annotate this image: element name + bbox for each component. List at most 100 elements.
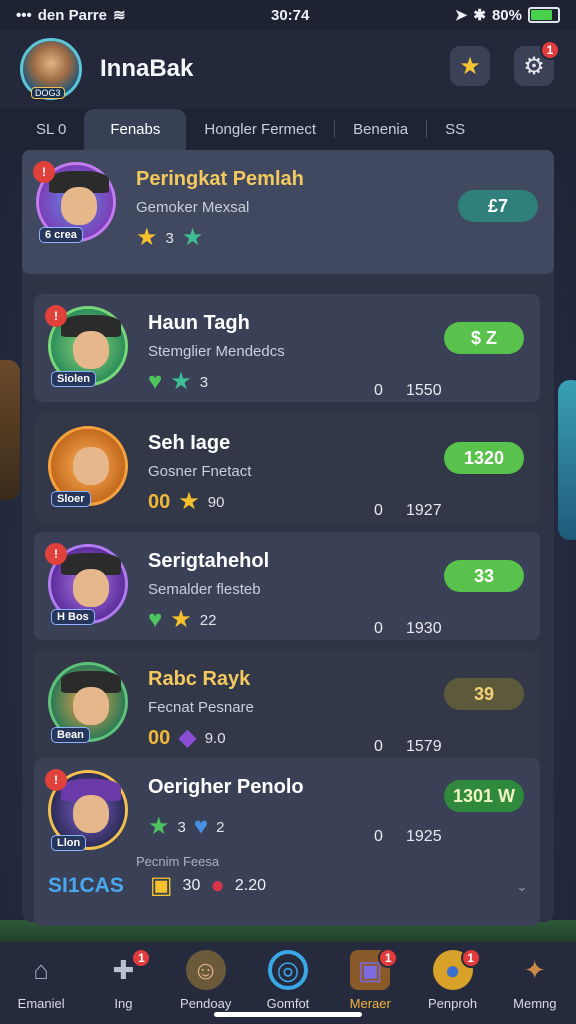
face [73, 687, 109, 725]
star-icon: ★ [136, 224, 158, 251]
character-icon: ☺ [185, 950, 226, 990]
nav-label: Emaniel [17, 996, 65, 1011]
status-bar: ••• den Parre ≋ 30:74 ➤ ✱ 80% [0, 0, 576, 30]
nav-label: Gomfot [266, 996, 310, 1011]
nav-badge: 1 [460, 948, 481, 968]
face [73, 331, 109, 369]
nav-item-1[interactable]: ✚ 1 Ing [83, 948, 163, 1011]
alert-icon: ! [45, 769, 67, 791]
favorites-button[interactable]: ★ [450, 46, 490, 86]
nav-item-6[interactable]: ✦ Memng [495, 950, 575, 1012]
stat-a: 0 [374, 620, 383, 637]
box-icon: ✦ [523, 954, 546, 985]
tab-4[interactable]: SS [427, 121, 483, 150]
stat-a: 0 [374, 738, 383, 755]
leaderboard-row[interactable]: ! Siolen Haun Tagh Stemglier Mendedcs ♥ … [34, 294, 540, 402]
tab-bar: SL 0 Fenabs Hongler Fermect Benenia SS [0, 108, 576, 150]
avatar: ! H Bos [45, 543, 128, 625]
heart-icon: ♥ [148, 606, 163, 633]
alert-icon: ! [45, 543, 67, 565]
avatar: ! 6 crea [33, 161, 116, 243]
heart-icon: ♥ [193, 813, 209, 840]
card-stats: ♥ ★ 22 [148, 608, 526, 632]
avatar-tag: DOG3 [31, 87, 65, 99]
battery-percent: 80% [491, 6, 522, 24]
stat-a: 0 [374, 828, 383, 845]
badge-text: 00 [148, 490, 171, 513]
score-pill[interactable]: 1301 W [444, 780, 524, 812]
tab-2[interactable]: Hongler Fermect [186, 121, 334, 150]
settings-button[interactable]: ⚙ 1 [514, 40, 560, 86]
stat-value: 9.0 [204, 729, 226, 747]
status-right: ➤ ✱ 80% [455, 6, 560, 24]
settings-badge: 1 [540, 40, 560, 60]
tab-3[interactable]: Benenia [335, 121, 426, 150]
chest-icon: ▣ [149, 872, 173, 899]
score-pill[interactable]: $ Z [444, 322, 524, 354]
avatar: Sloer [48, 426, 128, 507]
nav-badge: 1 [378, 948, 399, 968]
nav-item-3[interactable]: ◎ Gomfot [248, 950, 328, 1011]
alert-icon: ! [45, 305, 67, 327]
score-pill[interactable]: £7 [458, 190, 538, 222]
badge-text: 00 [148, 726, 171, 749]
leaderboard-row[interactable]: ! Llon Oerigher Penolo ★ 3 ♥ 2 0 1925 13… [34, 758, 540, 926]
nav-item-2[interactable]: ☺ Pendoay [166, 950, 246, 1011]
nav-label: Ing [114, 996, 133, 1011]
stat-b: 1579 [406, 738, 442, 755]
card-stats: 00 ★ 90 [148, 490, 526, 514]
score-pill[interactable]: 39 [444, 678, 524, 710]
stat-b: 1925 [406, 828, 442, 845]
nav-label: Meraer [349, 996, 391, 1011]
alert-icon: ! [33, 161, 55, 183]
heart-icon: ♥ [148, 368, 163, 395]
chevron-down-icon[interactable]: ⌄ [516, 878, 528, 895]
footer-code: SI1CAS [48, 874, 124, 897]
face [61, 187, 97, 225]
stat-b: 1930 [406, 620, 442, 637]
header: DOG3 InnaBak ★ ⚙ 1 [0, 30, 576, 108]
avatar: ! Llon [45, 769, 128, 851]
face [73, 447, 109, 485]
profile-name: InnaBak [100, 55, 194, 82]
stat-a: 0 [374, 382, 383, 399]
star-icon: ★ [170, 606, 192, 633]
stat-value: 2 [216, 818, 225, 836]
footer-item-b: 2.20 [234, 877, 266, 894]
background-decor-left [0, 360, 20, 500]
tab-1[interactable]: Fenabs [84, 109, 187, 150]
home-indicator[interactable] [214, 1012, 362, 1017]
level-badge: Llon [51, 835, 87, 851]
leaderboard-row[interactable]: ! H Bos Serigtahehol Semalder flesteb ♥ … [34, 532, 540, 640]
nav-item-0[interactable]: ⌂ Emaniel [1, 950, 81, 1012]
level-badge: H Bos [51, 609, 95, 625]
card-stats: ♥ ★ 3 [148, 370, 526, 394]
card-stats: ★ 3 ★ [136, 226, 540, 250]
nav-badge: 1 [131, 948, 152, 968]
battery-fill [530, 10, 552, 20]
nav-label: Penproh [427, 996, 478, 1011]
featured-card[interactable]: ! 6 crea Peringkat Pemlah Gemoker Mexsal… [22, 150, 554, 274]
stat-value: 22 [199, 611, 217, 629]
signal-icon: ••• [16, 6, 32, 24]
tab-0[interactable]: SL 0 [18, 121, 84, 150]
ring-icon: ◎ [267, 950, 308, 990]
stat-a: 0 [374, 502, 383, 519]
footer-label: Pecnim Feesa [136, 854, 220, 869]
face [73, 795, 109, 833]
score-pill[interactable]: 1320 [444, 442, 524, 474]
leaderboard-panel: ! 6 crea Peringkat Pemlah Gemoker Mexsal… [22, 150, 554, 926]
stat-value: 90 [207, 493, 225, 511]
score-pill[interactable]: 33 [444, 560, 524, 592]
wifi-icon: ≋ [112, 7, 126, 24]
leaderboard-row[interactable]: Sloer Seh Iage Gosner Fnetact 00 ★ 90 0 … [34, 414, 540, 522]
nav-item-5[interactable]: ● 1 Penproh [413, 948, 493, 1011]
bluetooth-icon: ✱ [473, 7, 486, 24]
footer-item-a: 30 [182, 877, 201, 894]
carrier-label: den Parre [37, 6, 107, 24]
profile-avatar[interactable]: DOG3 [20, 38, 82, 100]
star-icon: ★ [178, 488, 200, 515]
background-decor-right [558, 380, 576, 540]
nav-item-4[interactable]: ▣ 1 Meraer [330, 948, 410, 1011]
leaderboard-row[interactable]: Bean Rabc Rayk Fecnat Pesnare 00 ◆ 9.0 0… [34, 650, 540, 758]
